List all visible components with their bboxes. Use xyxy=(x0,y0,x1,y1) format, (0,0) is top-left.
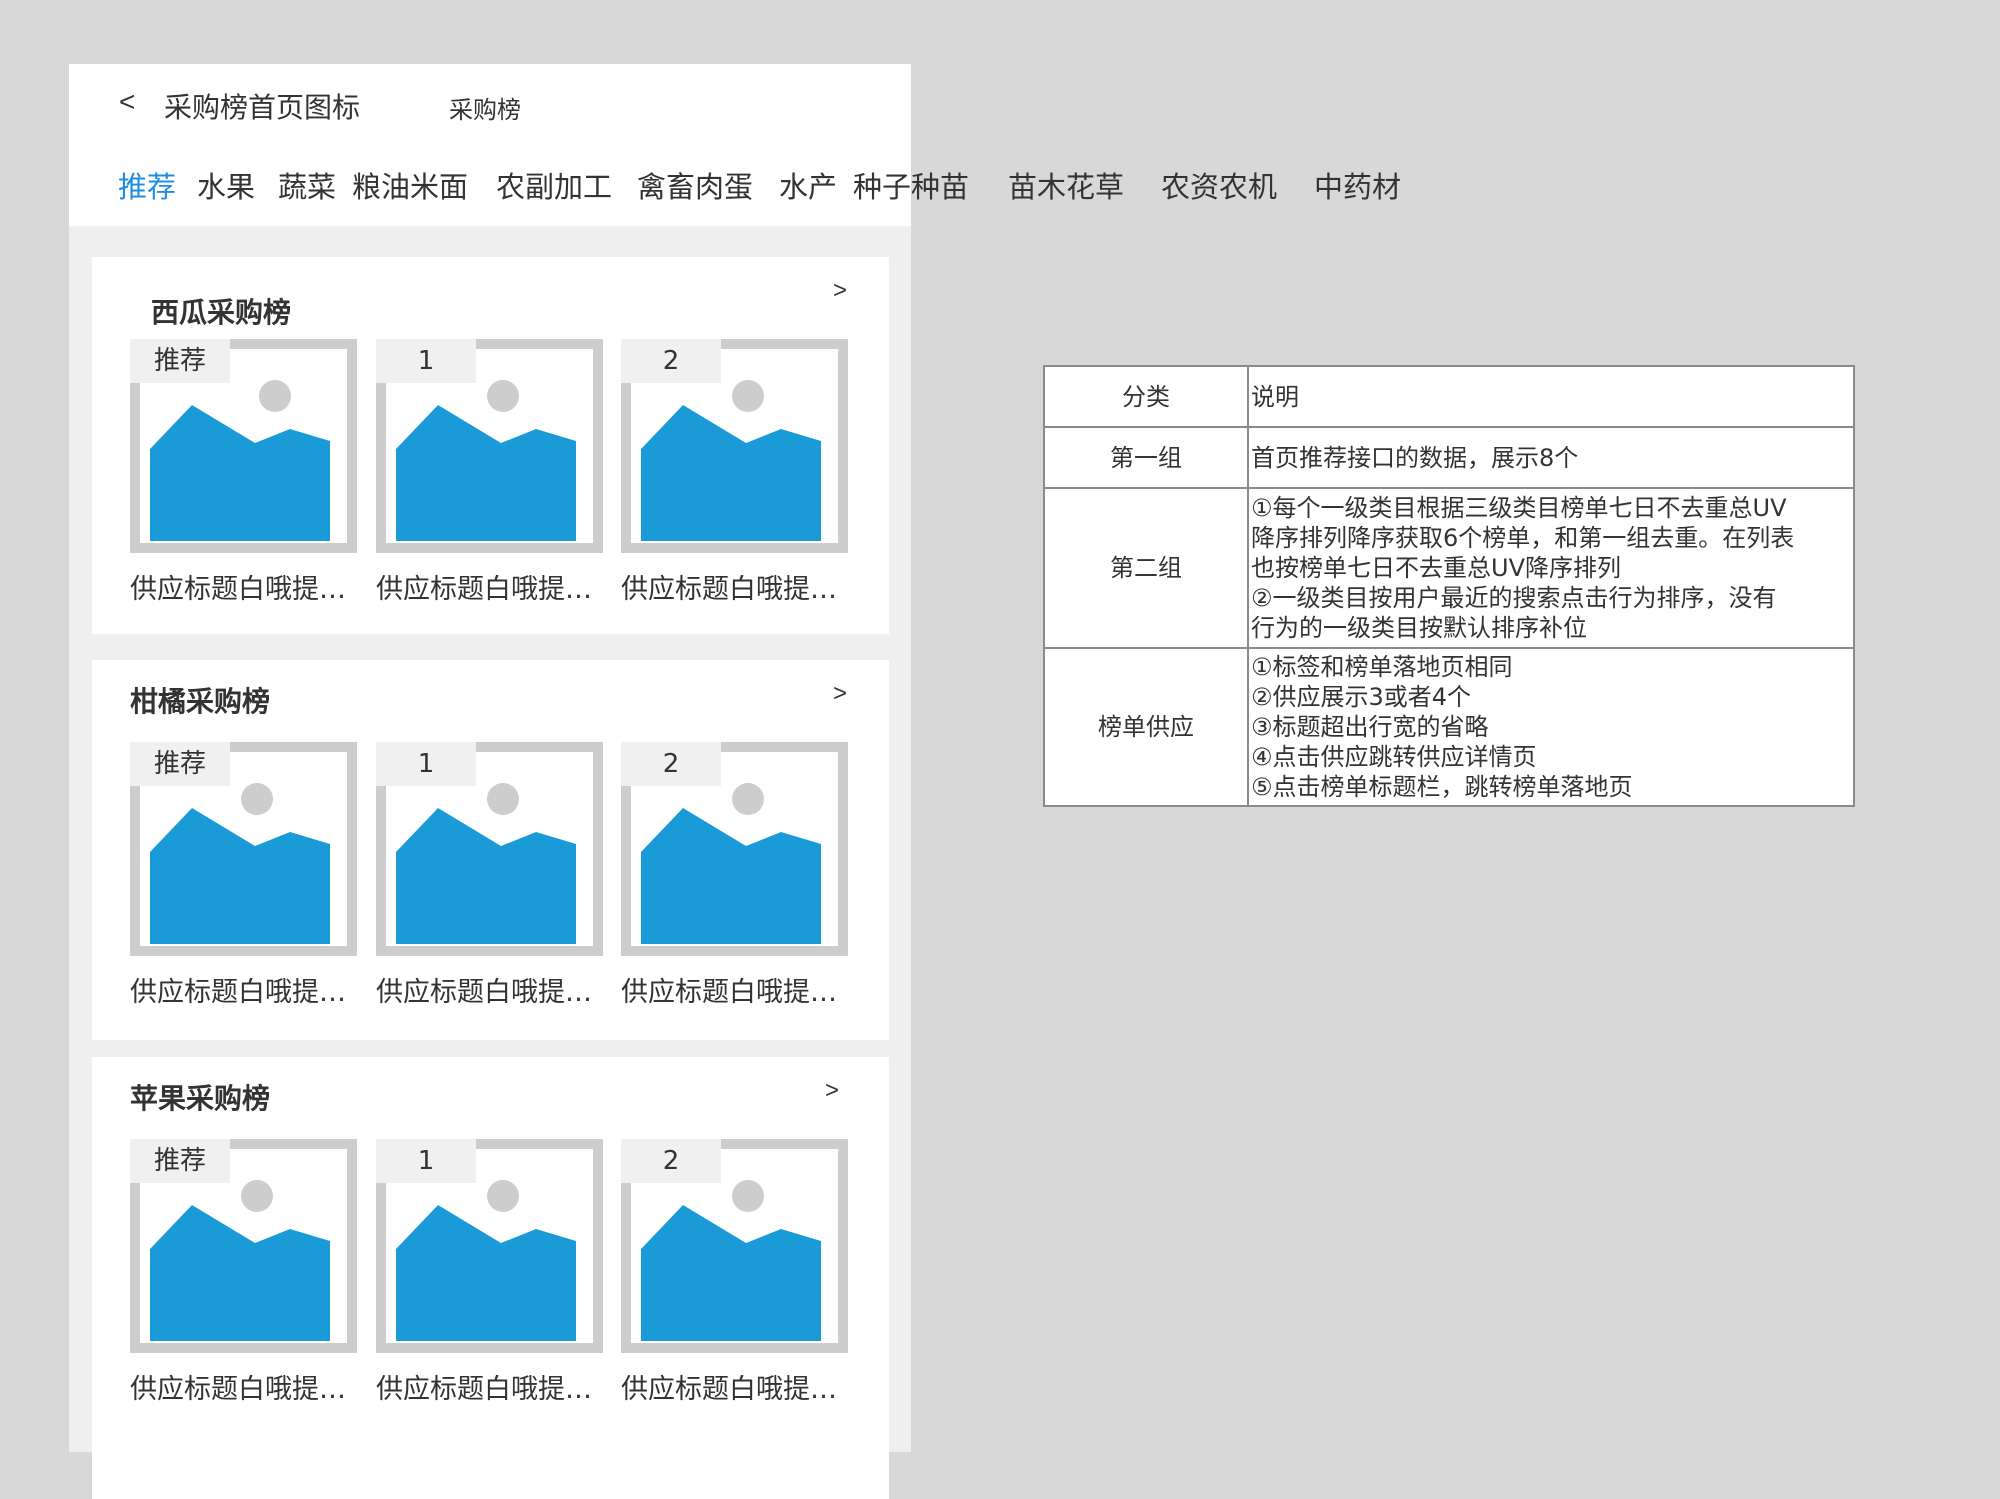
image-placeholder-icon: 2 xyxy=(621,339,848,553)
table-row: 第二组 ①每个一级类目根据三级类目榜单七日不去重总UV 降序排列降序获取6个榜单… xyxy=(1043,487,1855,649)
rank-badge: 推荐 xyxy=(130,1139,230,1183)
rank-badge: 1 xyxy=(376,1139,476,1183)
description-line: ①每个一级类目根据三级类目榜单七日不去重总UV xyxy=(1251,494,1787,522)
chevron-right-icon[interactable]: > xyxy=(825,1077,839,1105)
image-placeholder-icon: 2 xyxy=(621,742,848,956)
tab-recommend[interactable]: 推荐 xyxy=(118,164,176,206)
ranking-card[interactable]: 柑橘采购榜 > 推荐 供应标题白哦提… 1 供应标题白哦提… 2 供应标题白哦提… xyxy=(92,660,889,1040)
rank-badge: 推荐 xyxy=(130,742,230,786)
image-placeholder-icon: 推荐 xyxy=(130,1139,357,1353)
tab-aquatic[interactable]: 水产 xyxy=(779,164,837,206)
item-title[interactable]: 供应标题白哦提… xyxy=(621,970,861,1009)
description-line: 首页推荐接口的数据，展示8个 xyxy=(1251,443,1579,472)
description-line: ②供应展示3或者4个 xyxy=(1251,683,1472,711)
row-description: 首页推荐接口的数据，展示8个 xyxy=(1247,426,1855,489)
tab-fruit[interactable]: 水果 xyxy=(197,164,255,206)
item-title[interactable]: 供应标题白哦提… xyxy=(621,1367,861,1406)
chevron-right-icon[interactable]: > xyxy=(833,680,847,708)
image-placeholder-icon: 1 xyxy=(376,742,603,956)
card-title[interactable]: 西瓜采购榜 xyxy=(151,291,291,331)
row-category: 榜单供应 xyxy=(1043,647,1249,807)
rank-badge: 推荐 xyxy=(130,339,230,383)
tab-herbs[interactable]: 中药材 xyxy=(1314,164,1401,206)
table-header-category: 分类 xyxy=(1043,365,1249,428)
rank-badge: 2 xyxy=(621,742,721,786)
image-placeholder-icon: 1 xyxy=(376,1139,603,1353)
header: < 采购榜首页图标 采购榜 推荐 水果 蔬菜 粮油米面 农副加工 禽畜肉蛋 水产… xyxy=(69,64,1401,226)
description-line: ④点击供应跳转供应详情页 xyxy=(1251,743,1537,771)
rank-badge: 1 xyxy=(376,339,476,383)
item-title[interactable]: 供应标题白哦提… xyxy=(130,1367,370,1406)
tab-vegetable[interactable]: 蔬菜 xyxy=(278,164,336,206)
item-title[interactable]: 供应标题白哦提… xyxy=(130,970,370,1009)
item-title[interactable]: 供应标题白哦提… xyxy=(130,567,370,606)
chevron-right-icon[interactable]: > xyxy=(833,277,847,305)
tab-nursery[interactable]: 苗木花草 xyxy=(1008,164,1124,206)
spec-table: 分类 说明 第一组 首页推荐接口的数据，展示8个 第二组 ①每个一级类目根据三级… xyxy=(1043,365,1855,807)
page-title: 采购榜首页图标 xyxy=(164,91,361,124)
image-placeholder-icon: 推荐 xyxy=(130,742,357,956)
rank-badge: 1 xyxy=(376,742,476,786)
phone-screen: < 采购榜首页图标 采购榜 推荐 水果 蔬菜 粮油米面 农副加工 禽畜肉蛋 水产… xyxy=(69,64,1401,1499)
table-row: 第一组 首页推荐接口的数据，展示8个 xyxy=(1043,426,1855,489)
description-line: ①标签和榜单落地页相同 xyxy=(1251,653,1513,681)
tab-grain-oil[interactable]: 粮油米面 xyxy=(352,164,468,206)
item-title[interactable]: 供应标题白哦提… xyxy=(376,970,616,1009)
item-title[interactable]: 供应标题白哦提… xyxy=(376,567,616,606)
tab-agri-supplies[interactable]: 农资农机 xyxy=(1161,164,1277,206)
description-line: ③标题超出行宽的省略 xyxy=(1251,713,1489,741)
row-description: ①每个一级类目根据三级类目榜单七日不去重总UV 降序排列降序获取6个榜单，和第一… xyxy=(1247,487,1855,649)
table-header-row: 分类 说明 xyxy=(1043,365,1855,428)
image-placeholder-icon: 推荐 xyxy=(130,339,357,553)
back-icon[interactable]: < xyxy=(119,86,135,118)
rank-badge: 2 xyxy=(621,339,721,383)
table-row: 榜单供应 ①标签和榜单落地页相同 ②供应展示3或者4个 ③标题超出行宽的省略 ④… xyxy=(1043,647,1855,807)
tab-seeds[interactable]: 种子种苗 xyxy=(853,164,969,206)
ranking-card[interactable]: 西瓜采购榜 > 推荐 供应标题白哦提… 1 供应标题白哦提… 2 供应标题白哦提… xyxy=(92,257,889,634)
rank-badge: 2 xyxy=(621,1139,721,1183)
description-line: 也按榜单七日不去重总UV降序排列 xyxy=(1251,554,1621,582)
tab-livestock[interactable]: 禽畜肉蛋 xyxy=(637,164,753,206)
item-title[interactable]: 供应标题白哦提… xyxy=(376,1367,616,1406)
description-line: ②一级类目按用户最近的搜索点击行为排序，没有 xyxy=(1251,584,1777,612)
page-subtitle: 采购榜 xyxy=(449,96,521,124)
ranking-card[interactable]: 苹果采购榜 > 推荐 供应标题白哦提… 1 供应标题白哦提… 2 供应标题白哦提… xyxy=(92,1057,889,1499)
description-line: 行为的一级类目按默认排序补位 xyxy=(1251,614,1587,642)
card-title[interactable]: 柑橘采购榜 xyxy=(130,680,270,720)
description-line: 降序排列降序获取6个榜单，和第一组去重。在列表 xyxy=(1251,524,1795,552)
table-header-description: 说明 xyxy=(1247,365,1855,428)
row-category: 第二组 xyxy=(1043,487,1249,649)
item-title[interactable]: 供应标题白哦提… xyxy=(621,567,861,606)
image-placeholder-icon: 1 xyxy=(376,339,603,553)
card-title[interactable]: 苹果采购榜 xyxy=(130,1077,270,1117)
image-placeholder-icon: 2 xyxy=(621,1139,848,1353)
row-category: 第一组 xyxy=(1043,426,1249,489)
tab-farm-processing[interactable]: 农副加工 xyxy=(496,164,612,206)
row-description: ①标签和榜单落地页相同 ②供应展示3或者4个 ③标题超出行宽的省略 ④点击供应跳… xyxy=(1247,647,1855,807)
description-line: ⑤点击榜单标题栏，跳转榜单落地页 xyxy=(1251,773,1633,801)
